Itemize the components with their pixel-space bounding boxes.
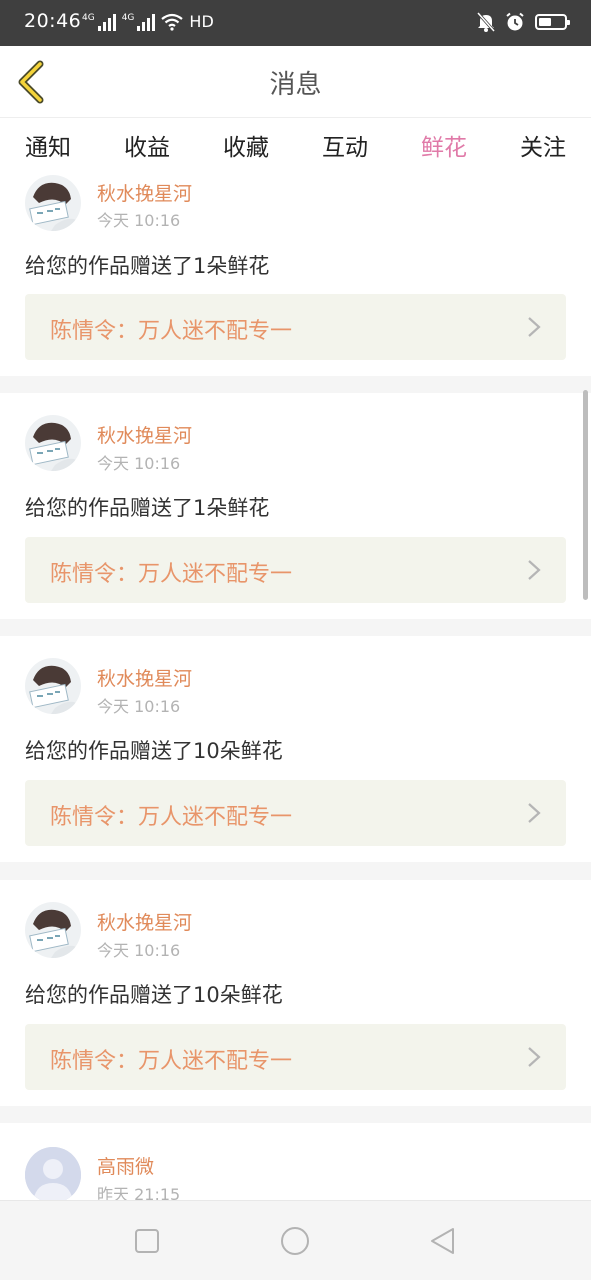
- status-left-icons: 4G 4G HD: [82, 12, 214, 31]
- tab-label: 通知: [25, 135, 71, 161]
- status-bar: 20:46 4G 4G HD: [0, 0, 591, 46]
- work-link[interactable]: 陈情令：万人迷不配专一: [25, 780, 566, 846]
- home-icon[interactable]: [279, 1225, 311, 1257]
- avatar[interactable]: [25, 415, 81, 471]
- username[interactable]: 高雨微: [97, 1152, 154, 1179]
- battery-level: [539, 18, 551, 26]
- chevron-right-icon: [528, 560, 541, 580]
- username[interactable]: 秋水挽星河: [97, 179, 192, 206]
- recent-apps-icon[interactable]: [131, 1225, 163, 1257]
- username[interactable]: 秋水挽星河: [97, 421, 192, 448]
- avatar-image: [25, 415, 81, 471]
- message-list[interactable]: 秋水挽星河 今天 10:16 给您的作品赠送了1朵鲜花 陈情令：万人迷不配专一 …: [0, 170, 591, 1200]
- message-time: 今天 10:16: [97, 941, 181, 960]
- chevron-right-icon: [528, 1047, 541, 1067]
- tab-notifications[interactable]: 通知: [13, 128, 83, 162]
- work-title: 陈情令：万人迷不配专一: [50, 805, 293, 830]
- signal-icon-2: 4G: [122, 13, 156, 31]
- message-text: 给您的作品赠送了1朵鲜花: [25, 254, 270, 278]
- chevron-right-icon: [528, 317, 541, 337]
- app-screen: 20:46 4G 4G HD 消息 通知 收益 收藏 互动 鲜花 关注 秋水挽星…: [0, 0, 591, 1280]
- wifi-icon: [161, 13, 184, 31]
- avatar-image: [25, 902, 81, 958]
- username[interactable]: 秋水挽星河: [97, 908, 192, 935]
- message-text: 给您的作品赠送了1朵鲜花: [25, 496, 270, 520]
- avatar[interactable]: [25, 175, 81, 231]
- avatar-image: [25, 1147, 81, 1200]
- work-link[interactable]: 陈情令：万人迷不配专一: [25, 1024, 566, 1090]
- status-right-icons: [477, 12, 570, 32]
- system-nav-bar: [0, 1200, 591, 1280]
- message-card: 秋水挽星河 今天 10:16 给您的作品赠送了1朵鲜花 陈情令：万人迷不配专一: [0, 393, 591, 619]
- message-time: 今天 10:16: [97, 211, 181, 230]
- work-title: 陈情令：万人迷不配专一: [50, 1049, 293, 1074]
- work-title: 陈情令：万人迷不配专一: [50, 319, 293, 344]
- battery-icon: [535, 14, 570, 30]
- avatar-image: [25, 658, 81, 714]
- message-text: 给您的作品赠送了10朵鲜花: [25, 983, 283, 1007]
- avatar[interactable]: [25, 658, 81, 714]
- hd-label: HD: [189, 12, 214, 31]
- message-text: 给您的作品赠送了10朵鲜花: [25, 739, 283, 763]
- message-time: 今天 10:16: [97, 697, 181, 716]
- message-card: 秋水挽星河 今天 10:16 给您的作品赠送了10朵鲜花 陈情令：万人迷不配专一: [0, 636, 591, 862]
- back-triangle-icon[interactable]: [427, 1225, 459, 1257]
- tab-bar: 通知 收益 收藏 互动 鲜花 关注: [0, 118, 591, 177]
- avatar-image: [25, 175, 81, 231]
- page-title: 消息: [269, 70, 322, 100]
- message-time: 昨天 21:15: [97, 1185, 181, 1200]
- tab-label: 互动: [322, 135, 368, 161]
- message-card: 高雨微 昨天 21:15: [0, 1123, 591, 1200]
- work-link[interactable]: 陈情令：万人迷不配专一: [25, 537, 566, 603]
- tab-label: 收益: [124, 135, 170, 161]
- tab-earnings[interactable]: 收益: [112, 128, 182, 162]
- status-time: 20:46: [24, 10, 82, 32]
- username[interactable]: 秋水挽星河: [97, 664, 192, 691]
- default-avatar-icon[interactable]: [25, 1147, 81, 1200]
- work-link[interactable]: 陈情令：万人迷不配专一: [25, 294, 566, 360]
- network-type-label-2: 4G: [121, 12, 135, 23]
- tab-favorites[interactable]: 收藏: [211, 128, 281, 162]
- tab-flowers[interactable]: 鲜花: [409, 128, 479, 177]
- tab-following[interactable]: 关注: [508, 128, 578, 162]
- work-title: 陈情令：万人迷不配专一: [50, 562, 293, 587]
- chevron-right-icon: [528, 803, 541, 823]
- message-card: 秋水挽星河 今天 10:16 给您的作品赠送了1朵鲜花 陈情令：万人迷不配专一: [0, 170, 591, 376]
- tab-interactions[interactable]: 互动: [310, 128, 380, 162]
- avatar[interactable]: [25, 902, 81, 958]
- message-time: 今天 10:16: [97, 454, 181, 473]
- tab-label: 关注: [520, 135, 566, 161]
- app-header: 消息: [0, 46, 591, 118]
- tab-label: 鲜花: [421, 135, 467, 161]
- tab-label: 收藏: [223, 135, 269, 161]
- network-type-label: 4G: [82, 12, 95, 23]
- scrollbar[interactable]: [583, 390, 588, 600]
- signal-icon: 4G: [82, 13, 116, 31]
- notifications-off-icon: [477, 12, 495, 32]
- alarm-icon: [506, 12, 524, 31]
- message-card: 秋水挽星河 今天 10:16 给您的作品赠送了10朵鲜花 陈情令：万人迷不配专一: [0, 880, 591, 1106]
